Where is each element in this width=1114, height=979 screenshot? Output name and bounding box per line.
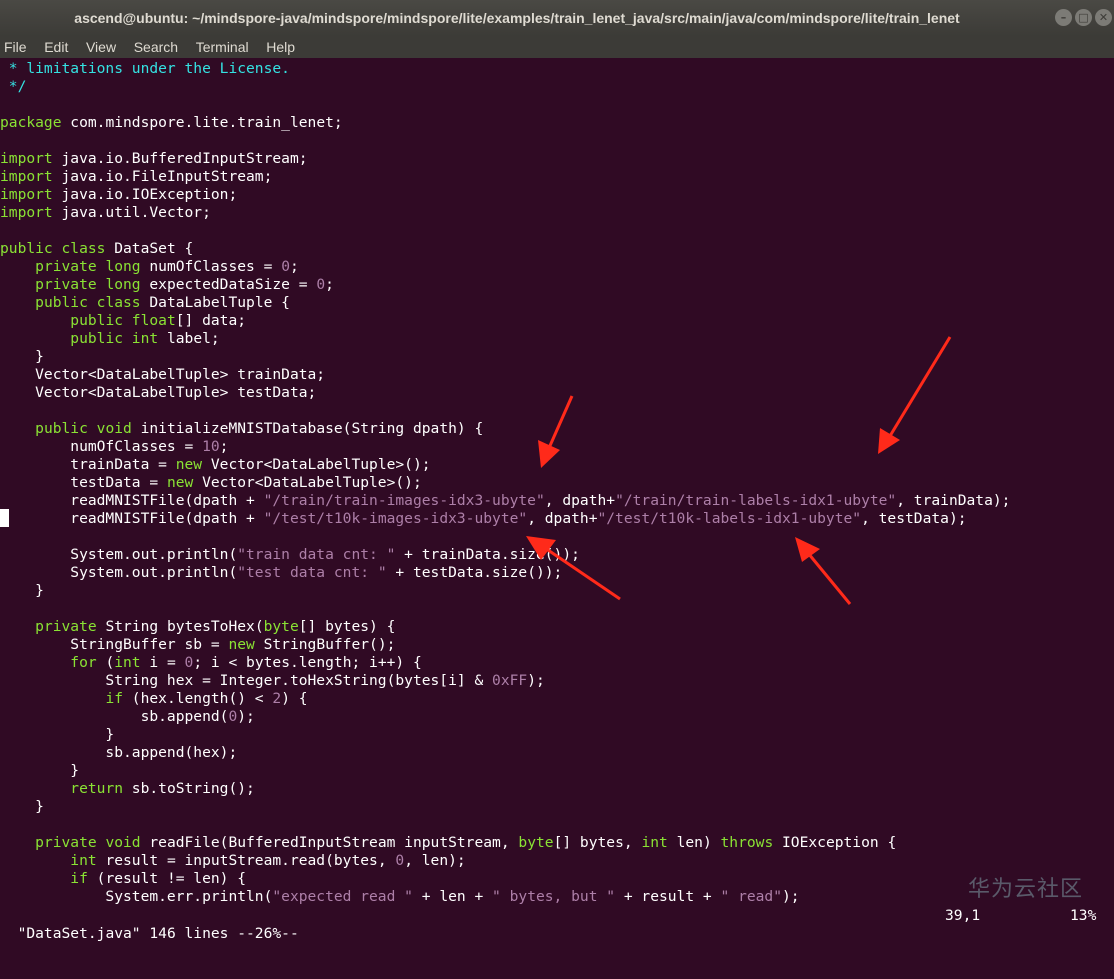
watermark-logo: 华为云社区	[968, 877, 1084, 902]
vim-status-line: "DataSet.java" 146 lines --26%-- 39,1 13…	[0, 907, 1114, 942]
red-arrow-4	[795, 537, 852, 605]
red-arrow-1	[538, 395, 574, 468]
red-arrow-2	[878, 336, 952, 454]
status-scroll-percent: 13%	[1070, 907, 1097, 924]
status-cursor-position: 39,1	[945, 907, 981, 924]
annotation-arrows	[526, 336, 952, 605]
red-arrow-3	[526, 536, 621, 601]
